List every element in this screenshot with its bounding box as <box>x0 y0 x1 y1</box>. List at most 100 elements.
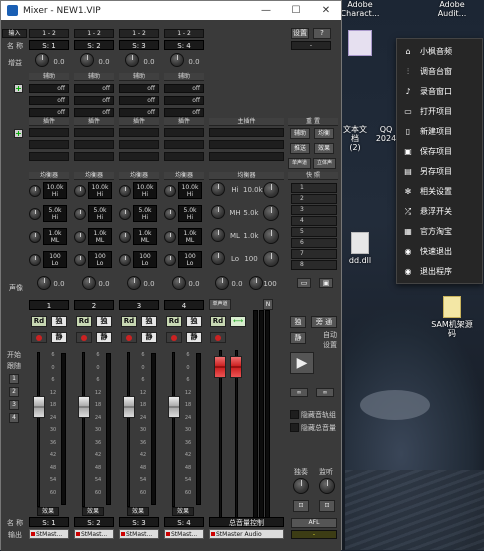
send-select-1[interactable]: 效果 <box>37 507 59 516</box>
menu-item-8[interactable]: ✻ 相关设置 <box>397 182 483 202</box>
insert-slot-1c[interactable] <box>29 152 69 161</box>
insert-slot-2b[interactable] <box>74 140 114 149</box>
aux-1-slot-3[interactable]: off <box>29 108 69 117</box>
play-button[interactable]: ▶ <box>290 352 314 374</box>
insert-slot-2c[interactable] <box>74 152 114 161</box>
io-select-2[interactable]: 1 - 2 <box>74 29 114 38</box>
main-insert-slot-b[interactable] <box>209 140 284 149</box>
insert-slot-3c[interactable] <box>119 152 159 161</box>
solo-level-knob[interactable] <box>293 478 309 494</box>
master-mute-button[interactable]: 静 <box>290 332 306 344</box>
insert-slot-2a[interactable] <box>74 128 114 137</box>
send-select-4[interactable]: 效果 <box>172 507 194 516</box>
aux-3-slot-2[interactable]: off <box>119 96 159 105</box>
snapshot-item-3[interactable]: 3 <box>291 205 337 215</box>
rd-button-2[interactable]: Rd <box>76 316 92 327</box>
io-select-1[interactable]: 1 - 2 <box>29 29 69 38</box>
pan-knob-1[interactable] <box>37 276 51 290</box>
left-button-2[interactable]: 2 <box>9 387 19 397</box>
mute-button-1[interactable]: 静 <box>51 332 67 343</box>
record-button-1[interactable] <box>31 332 47 343</box>
hide-total-checkbox[interactable] <box>290 423 299 432</box>
eq-gain-knob[interactable] <box>74 253 86 266</box>
minimize-button[interactable]: — <box>251 1 281 20</box>
channel-name-top-3[interactable]: S: 3 <box>119 40 159 50</box>
insert-slot-4a[interactable] <box>164 128 204 137</box>
menu-item-7[interactable]: ▤ 另存项目 <box>397 162 483 182</box>
rd-button-1[interactable]: Rd <box>31 316 47 327</box>
monitor-level-knob[interactable] <box>319 478 335 494</box>
solo-button-1[interactable]: 独 <box>51 316 67 327</box>
aux-2-slot-2[interactable]: off <box>74 96 114 105</box>
snapshot-item-8[interactable]: 8 <box>291 260 337 270</box>
eq-gain-knob[interactable] <box>119 207 131 220</box>
aux-2-slot-3[interactable]: off <box>74 108 114 117</box>
main-insert-slot-a[interactable] <box>209 128 284 137</box>
desktop-icon-sam[interactable]: SAM机架源 码 <box>426 296 478 338</box>
channel-output-2[interactable]: StMast... <box>74 529 114 539</box>
eq-gain-knob[interactable] <box>29 253 41 266</box>
master-rd-button[interactable]: Rd <box>210 316 226 327</box>
channel-name-bottom-2[interactable]: S: 2 <box>74 517 114 527</box>
eq-gain-knob[interactable] <box>74 207 86 220</box>
add-insert-button[interactable]: + <box>14 129 23 138</box>
snapshot-item-7[interactable]: 7 <box>291 249 337 259</box>
aux-3-slot-1[interactable]: off <box>119 84 159 93</box>
master-eq-gain-knob-2[interactable] <box>211 205 225 219</box>
insert-slot-4c[interactable] <box>164 152 204 161</box>
insert-slot-4b[interactable] <box>164 140 204 149</box>
mute-button-3[interactable]: 静 <box>141 332 157 343</box>
snapshot-item-5[interactable]: 5 <box>291 227 337 237</box>
gain-knob-4[interactable] <box>170 53 184 67</box>
solo-button-3[interactable]: 独 <box>141 316 157 327</box>
gain-knob-3[interactable] <box>125 53 139 67</box>
snapshot-item-4[interactable]: 4 <box>291 216 337 226</box>
afl-button[interactable]: AFL <box>291 518 337 528</box>
send-select-2[interactable]: 效果 <box>82 507 104 516</box>
channel-name-top-2[interactable]: S: 2 <box>74 40 114 50</box>
master-eq-gain-knob-1[interactable] <box>211 182 225 196</box>
menu-item-9[interactable]: ⤮ 悬浮开关 <box>397 202 483 222</box>
snapshot-save-button[interactable]: ▣ <box>319 278 333 288</box>
eq-gain-knob[interactable] <box>74 230 86 243</box>
channel-output-1[interactable]: StMast... <box>29 529 69 539</box>
channel-name-top-1[interactable]: S: 1 <box>29 40 69 50</box>
insert-slot-1a[interactable] <box>29 128 69 137</box>
pan-knob-2[interactable] <box>82 276 96 290</box>
master-eq-freq-knob-1[interactable] <box>263 182 279 198</box>
fader-4[interactable] <box>168 396 180 418</box>
menu-item-12[interactable]: ◉ 退出程序 <box>397 262 483 282</box>
master-eq-gain-knob-3[interactable] <box>211 228 225 242</box>
send-select-3[interactable]: 效果 <box>127 507 149 516</box>
master-solo-button[interactable]: 独 <box>290 316 306 328</box>
master-n-button[interactable]: N <box>263 299 273 310</box>
aux-2-slot-1[interactable]: off <box>74 84 114 93</box>
eq-gain-knob[interactable] <box>119 230 131 243</box>
eq-gain-knob[interactable] <box>164 253 176 266</box>
menu-item-4[interactable]: ▭ 打开项目 <box>397 102 483 122</box>
snapshot-item-2[interactable]: 2 <box>291 194 337 204</box>
preset-dropdown[interactable]: - <box>291 41 331 50</box>
desktop-icon-adobe-character[interactable]: Adobe Charact... <box>340 0 380 18</box>
push-reset-button[interactable]: 推送 <box>290 143 310 154</box>
master-record-button[interactable] <box>210 332 226 343</box>
eq-gain-knob[interactable] <box>164 230 176 243</box>
add-aux-button[interactable]: + <box>14 84 23 93</box>
bypass-button[interactable]: 旁 通 <box>311 316 337 328</box>
eq-gain-knob[interactable] <box>164 184 176 197</box>
pan-knob-4[interactable] <box>172 276 186 290</box>
desktop-icon-app[interactable] <box>340 30 380 58</box>
aux-reset-button[interactable]: 辅助 <box>290 128 310 139</box>
desktop-icon-dll[interactable]: dd.dll <box>340 232 380 265</box>
aux-4-slot-1[interactable]: off <box>164 84 204 93</box>
eq-gain-knob[interactable] <box>119 253 131 266</box>
mono-button[interactable]: 单声道 <box>288 158 311 169</box>
aux-3-slot-3[interactable]: off <box>119 108 159 117</box>
channel-name-bottom-4[interactable]: S: 4 <box>164 517 204 527</box>
rd-button-3[interactable]: Rd <box>121 316 137 327</box>
solo-meter-button[interactable]: ⊡ <box>293 500 309 512</box>
gain-knob-2[interactable] <box>80 53 94 67</box>
monitor-meter-button[interactable]: ⊡ <box>319 500 335 512</box>
menu-item-3[interactable]: ♪ 录音窗口 <box>397 82 483 102</box>
eq-reset-button[interactable]: 均衡 <box>314 128 334 139</box>
